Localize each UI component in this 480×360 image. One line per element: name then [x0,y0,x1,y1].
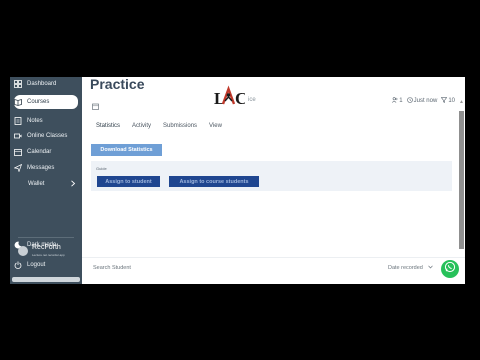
whatsapp-icon [444,260,456,278]
sidebar-item-label: Courses [27,99,50,105]
sidebar-item-messages[interactable]: Messages [14,161,78,175]
scroll-up-arrow-icon[interactable]: ▲ [459,99,464,107]
sidebar-item-label: Wallet [28,181,45,187]
updated-time-value: Just now [413,98,438,104]
page-subtitle: ice [248,97,256,103]
sidebar-item-label: Messages [27,165,55,171]
send-icon [14,164,22,172]
assign-to-student-button[interactable]: Assign to student [97,176,160,187]
screen-recorder-watermark: RecForth Lecture.net.recorder.app [16,243,84,259]
users-icon [392,97,399,105]
tab-statistics[interactable]: Statistics [96,123,120,129]
chevron-right-icon [70,179,76,189]
sidebar-item-label: Calendar [27,149,52,155]
svg-text:C: C [235,89,245,108]
tab-submissions[interactable]: Submissions [163,123,197,129]
filter-count-value: 10 [448,98,455,104]
assign-panel: Guide Assign to student Assign to course… [91,161,452,191]
date-select-label: Date recorded [388,265,423,271]
svg-text:L: L [214,89,225,108]
power-icon [14,261,22,269]
whatsapp-chat-button[interactable] [441,260,459,278]
updated-time: Just now [406,97,438,105]
logout-button[interactable]: Logout [14,258,78,272]
footer-divider [82,257,465,258]
clock-icon [406,97,414,105]
assign-to-course-students-button[interactable]: Assign to course students [169,176,259,187]
recorder-url: Lecture.net.recorder.app [32,253,65,257]
sidebar-item-dashboard[interactable]: Dashboard [14,77,78,91]
video-icon [14,132,22,140]
download-statistics-button[interactable]: Download Statistics [91,144,162,156]
users-count-value: 1 [399,98,403,104]
lac-logo: L C [213,84,247,108]
panel-label: Guide [96,166,107,171]
main-scrollbar-thumb[interactable] [459,111,464,249]
sidebar-item-calendar[interactable]: Calendar [14,145,78,159]
date-recorded-select[interactable]: Date recorded [388,265,433,271]
users-count: 1 [392,97,403,105]
sidebar-item-online-classes[interactable]: Online Classes [14,129,78,143]
sidebar-item-label: Notes [27,118,43,124]
tab-bar: Statistics Activity Submissions View [96,123,234,129]
logout-label: Logout [27,262,46,268]
filter-icon [441,97,448,105]
app-window: Dashboard Courses Notes Online Classes C [10,77,465,284]
search-student-input[interactable]: Search Student [93,265,131,271]
recorder-logo-icon [18,246,28,256]
recorder-name: RecForth [32,244,61,251]
sidebar: Dashboard Courses Notes Online Classes C [10,77,82,284]
chevron-down-icon [428,265,433,271]
main-content: Practice L C ice 1 Just now 10 Statistic… [82,77,465,284]
sidebar-scrollbar[interactable] [12,277,80,282]
calendar-icon [92,97,99,110]
dashboard-icon [14,80,22,88]
page-meta: 1 Just now 10 [388,97,455,105]
tab-activity[interactable]: Activity [132,123,151,129]
sidebar-item-label: Dashboard [27,81,57,87]
book-icon [14,98,22,106]
sidebar-item-label: Online Classes [27,133,68,139]
calendar-icon [14,148,22,156]
filter-count: 10 [441,97,455,105]
sidebar-item-wallet[interactable]: Wallet [28,177,76,191]
sidebar-item-courses[interactable]: Courses [14,95,78,109]
page-title: Practice [90,77,145,92]
tab-view[interactable]: View [209,123,222,129]
notes-icon [14,117,22,125]
sidebar-item-notes[interactable]: Notes [14,114,78,128]
